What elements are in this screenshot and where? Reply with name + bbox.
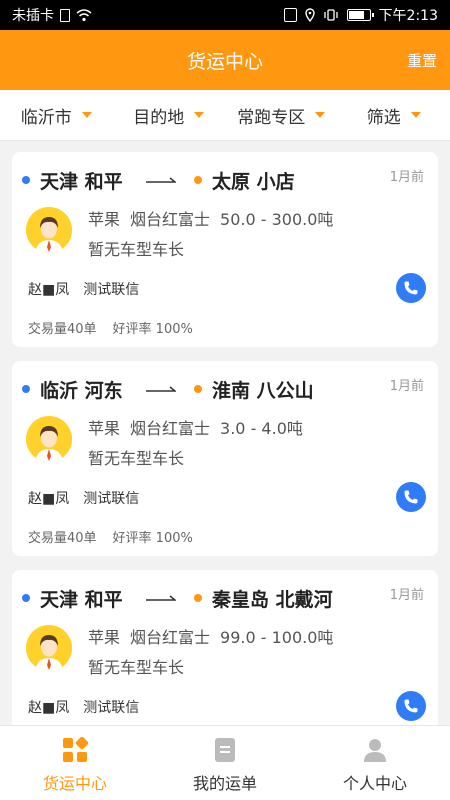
contact-info: 赵■凤 测试联信 xyxy=(28,488,139,508)
company-name: 测试联信 xyxy=(83,700,140,716)
wifi-icon xyxy=(76,9,92,22)
cargo-list: 天津 和平 太原 小店 1月前 苹果 烟台红富士 50.0 - 300.0吨 暂… xyxy=(0,141,450,725)
contact-info: 赵■凤 测试联信 xyxy=(28,279,139,299)
tab-profile[interactable]: 个人中心 xyxy=(300,726,450,800)
goods-type: 烟台红富士 xyxy=(130,419,211,438)
call-button[interactable] xyxy=(396,691,426,721)
truck-type: 暂无车型车长 xyxy=(88,658,185,677)
tab-label: 我的运单 xyxy=(192,774,257,793)
page-title: 货运中心 xyxy=(186,50,263,73)
call-button[interactable] xyxy=(396,273,426,303)
tab-label: 个人中心 xyxy=(342,774,407,793)
cargo-card[interactable]: 天津 和平 太原 小店 1月前 苹果 烟台红富士 50.0 - 300.0吨 暂… xyxy=(12,152,438,347)
goods-info: 苹果 烟台红富士 50.0 - 300.0吨 xyxy=(88,206,333,230)
destination-dot-icon xyxy=(194,594,202,602)
destination-dot-icon xyxy=(194,385,202,393)
avatar xyxy=(26,625,72,671)
goods-name: 苹果 xyxy=(88,628,121,647)
origin-text: 临沂 河东 xyxy=(40,379,123,402)
reset-button[interactable]: 重置 xyxy=(407,50,437,71)
route: 天津 和平 秦皇岛 北戴河 xyxy=(22,585,428,611)
origin-dot-icon xyxy=(22,385,30,393)
app-header: 货运中心 重置 xyxy=(0,30,450,90)
document-icon xyxy=(215,738,235,762)
contact-name: 赵■凤 xyxy=(28,700,70,716)
dropdown-caret-icon xyxy=(315,112,326,118)
origin-dot-icon xyxy=(22,594,30,602)
cargo-card[interactable]: 临沂 河东 淮南 八公山 1月前 苹果 烟台红富士 3.0 - 4.0吨 暂无车… xyxy=(12,361,438,556)
contact-info: 赵■凤 测试联信 xyxy=(28,697,139,717)
arrow-right-icon xyxy=(146,595,176,601)
vibrate-icon xyxy=(323,9,338,21)
filter-label: 目的地 xyxy=(133,107,185,128)
location-icon xyxy=(304,8,315,22)
origin-text: 天津 和平 xyxy=(40,588,123,611)
call-button[interactable] xyxy=(396,482,426,512)
dropdown-caret-icon xyxy=(410,112,421,118)
destination-dot-icon xyxy=(194,176,202,184)
dropdown-caret-icon xyxy=(81,112,92,118)
arrow-right-icon xyxy=(146,386,176,392)
avatar xyxy=(26,207,72,253)
shipper-stats: 交易量40单 好评率 100% xyxy=(28,527,193,546)
dropdown-caret-icon xyxy=(194,112,205,118)
grid-icon xyxy=(63,737,88,762)
cargo-card[interactable]: 天津 和平 秦皇岛 北戴河 1月前 苹果 烟台红富士 99.0 - 100.0吨… xyxy=(12,570,438,725)
sim-icon xyxy=(60,8,70,22)
filter-label: 临沂市 xyxy=(20,107,72,128)
filter-destination[interactable]: 目的地 xyxy=(113,90,226,140)
person-icon xyxy=(364,739,386,762)
phone-icon xyxy=(404,490,418,504)
destination-text: 太原 小店 xyxy=(212,170,295,193)
rating: 好评率 100% xyxy=(112,322,193,337)
avatar xyxy=(26,416,72,462)
company-name: 测试联信 xyxy=(83,282,140,298)
tab-my-orders[interactable]: 我的运单 xyxy=(150,726,300,800)
filter-bar: 临沂市 目的地 常跑专区 筛选 xyxy=(0,90,450,141)
bottom-tab-bar: 货运中心 我的运单 个人中心 xyxy=(0,725,450,800)
goods-weight: 99.0 - 100.0吨 xyxy=(220,628,334,647)
phone-icon xyxy=(404,281,418,295)
trade-count: 交易量40单 xyxy=(28,531,97,546)
filter-more[interactable]: 筛选 xyxy=(338,90,450,140)
trade-count: 交易量40单 xyxy=(28,322,97,337)
posted-time: 1月前 xyxy=(389,588,424,603)
filter-label: 常跑专区 xyxy=(237,107,306,128)
truck-type: 暂无车型车长 xyxy=(88,240,185,259)
battery-icon xyxy=(346,9,374,21)
route: 天津 和平 太原 小店 xyxy=(22,167,428,193)
goods-type: 烟台红富士 xyxy=(130,210,211,229)
company-name: 测试联信 xyxy=(83,491,140,507)
truck-type: 暂无车型车长 xyxy=(88,449,185,468)
arrow-right-icon xyxy=(146,177,176,183)
posted-time: 1月前 xyxy=(389,379,424,394)
posted-time: 1月前 xyxy=(389,170,424,185)
phone-icon xyxy=(404,699,418,713)
goods-weight: 50.0 - 300.0吨 xyxy=(220,210,334,229)
contact-name: 赵■凤 xyxy=(28,491,70,507)
rating: 好评率 100% xyxy=(112,531,193,546)
tab-label: 货运中心 xyxy=(42,774,107,793)
nfc-icon xyxy=(283,8,297,22)
filter-label: 筛选 xyxy=(366,107,401,128)
origin-dot-icon xyxy=(22,176,30,184)
shipper-stats: 交易量40单 好评率 100% xyxy=(28,318,193,337)
tab-freight-center[interactable]: 货运中心 xyxy=(0,726,150,800)
goods-info: 苹果 烟台红富士 99.0 - 100.0吨 xyxy=(88,624,333,648)
goods-name: 苹果 xyxy=(88,419,121,438)
destination-text: 淮南 八公山 xyxy=(212,379,314,402)
filter-city[interactable]: 临沂市 xyxy=(0,90,113,140)
origin-text: 天津 和平 xyxy=(40,170,123,193)
goods-type: 烟台红富士 xyxy=(130,628,211,647)
goods-name: 苹果 xyxy=(88,210,121,229)
goods-weight: 3.0 - 4.0吨 xyxy=(220,419,303,438)
carrier-text: 未插卡 xyxy=(12,8,54,24)
status-bar: 未插卡 下午2:13 xyxy=(0,0,450,30)
goods-info: 苹果 烟台红富士 3.0 - 4.0吨 xyxy=(88,415,303,439)
clock-text: 下午2:13 xyxy=(378,8,438,24)
destination-text: 秦皇岛 北戴河 xyxy=(212,588,333,611)
route: 临沂 河东 淮南 八公山 xyxy=(22,376,428,402)
contact-name: 赵■凤 xyxy=(28,282,70,298)
filter-frequent-routes[interactable]: 常跑专区 xyxy=(225,90,338,140)
